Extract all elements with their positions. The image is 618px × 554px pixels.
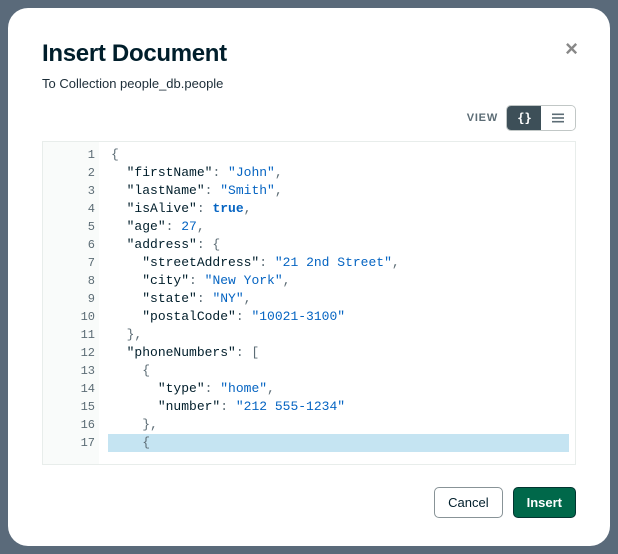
json-editor[interactable]: 1▼23456▼789101112▼13▼14151617▼ { "firstN… xyxy=(42,141,576,465)
gutter-line: 1▼ xyxy=(43,146,99,164)
modal-title: Insert Document xyxy=(42,40,576,68)
gutter-line: 9 xyxy=(43,290,99,308)
code-line[interactable]: "type": "home", xyxy=(111,380,575,398)
code-line[interactable]: "state": "NY", xyxy=(111,290,575,308)
cancel-button[interactable]: Cancel xyxy=(434,487,502,518)
gutter-line: 17▼ xyxy=(43,434,99,452)
gutter-line: 3 xyxy=(43,182,99,200)
code-line[interactable]: "isAlive": true, xyxy=(111,200,575,218)
insert-button[interactable]: Insert xyxy=(513,487,576,518)
code-line[interactable]: { xyxy=(108,434,569,452)
view-label: VIEW xyxy=(467,112,498,124)
gutter-line: 4 xyxy=(43,200,99,218)
code-line[interactable]: "lastName": "Smith", xyxy=(111,182,575,200)
list-view-toggle[interactable] xyxy=(541,106,575,130)
modal-footer: Cancel Insert xyxy=(42,465,576,518)
code-line[interactable]: "phoneNumbers": [ xyxy=(111,344,575,362)
gutter-line: 6▼ xyxy=(43,236,99,254)
gutter-line: 12▼ xyxy=(43,344,99,362)
modal-subtitle: To Collection people_db.people xyxy=(42,76,576,91)
editor-code-area[interactable]: { "firstName": "John", "lastName": "Smit… xyxy=(99,142,575,464)
gutter-line: 8 xyxy=(43,272,99,290)
view-toggle-row: VIEW {} xyxy=(42,105,576,131)
code-line[interactable]: "number": "212 555-1234" xyxy=(111,398,575,416)
code-line[interactable]: "streetAddress": "21 2nd Street", xyxy=(111,254,575,272)
gutter-line: 13▼ xyxy=(43,362,99,380)
close-icon[interactable]: × xyxy=(565,38,578,60)
gutter-line: 2 xyxy=(43,164,99,182)
code-line[interactable]: "city": "New York", xyxy=(111,272,575,290)
code-line[interactable]: { xyxy=(111,146,575,164)
gutter-line: 7 xyxy=(43,254,99,272)
gutter-line: 16 xyxy=(43,416,99,434)
code-line[interactable]: "firstName": "John", xyxy=(111,164,575,182)
braces-icon: {} xyxy=(517,112,532,124)
list-icon xyxy=(551,112,565,124)
insert-document-modal: × Insert Document To Collection people_d… xyxy=(8,8,610,546)
code-line[interactable]: }, xyxy=(111,416,575,434)
json-view-toggle[interactable]: {} xyxy=(507,106,541,130)
view-toggle-group: {} xyxy=(506,105,576,131)
code-line[interactable]: }, xyxy=(111,326,575,344)
gutter-line: 10 xyxy=(43,308,99,326)
gutter-line: 15 xyxy=(43,398,99,416)
editor-gutter: 1▼23456▼789101112▼13▼14151617▼ xyxy=(43,142,99,464)
gutter-line: 11 xyxy=(43,326,99,344)
code-line[interactable]: "address": { xyxy=(111,236,575,254)
code-line[interactable]: { xyxy=(111,362,575,380)
svg-text:{}: {} xyxy=(517,112,531,124)
code-line[interactable]: "age": 27, xyxy=(111,218,575,236)
gutter-line: 14 xyxy=(43,380,99,398)
gutter-line: 5 xyxy=(43,218,99,236)
code-line[interactable]: "postalCode": "10021-3100" xyxy=(111,308,575,326)
